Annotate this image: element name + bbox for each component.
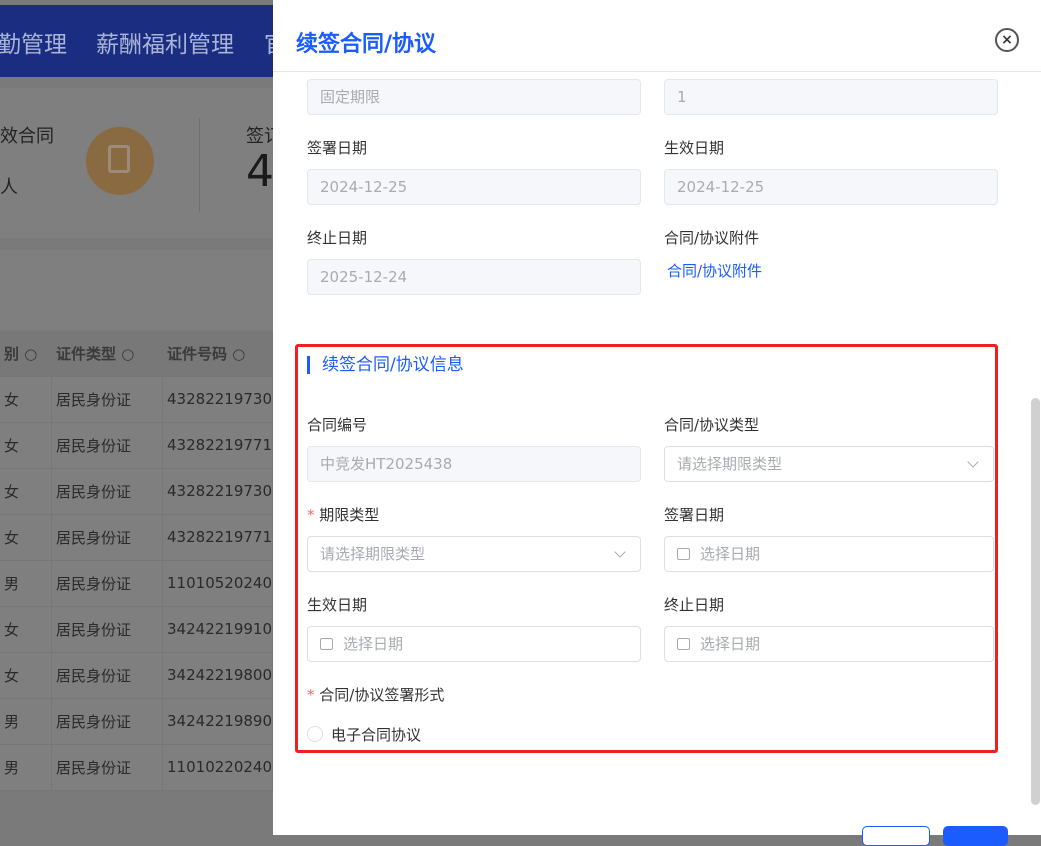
contract-icon bbox=[86, 127, 154, 195]
nav-item[interactable]: 官 bbox=[264, 25, 273, 59]
sign-date-label: 签署日期 bbox=[664, 506, 725, 524]
sign-date-label: 签署日期 bbox=[307, 139, 368, 157]
col-id-type[interactable]: 证件类型 ○ bbox=[51, 332, 164, 377]
divider bbox=[199, 118, 200, 212]
contract-no-field: 中竞发HT2025438 bbox=[307, 446, 641, 482]
table-cell: 女 bbox=[0, 422, 52, 469]
scrollbar[interactable] bbox=[1031, 398, 1040, 805]
end-date-label: 终止日期 bbox=[307, 229, 368, 247]
table-row[interactable]: 女居民身份证 43282219771 bbox=[0, 422, 273, 469]
stat-label: 效合同 bbox=[0, 126, 54, 147]
col-gender[interactable]: 别 ○ bbox=[0, 332, 52, 377]
table-cell: 43282219771 bbox=[162, 422, 273, 469]
table-cell: 居民身份证 bbox=[51, 744, 164, 791]
cancel-button[interactable] bbox=[862, 826, 930, 846]
top-nav: 勤管理 薪酬福利管理 官 bbox=[0, 5, 273, 77]
table-cell: 34242219800 bbox=[162, 652, 273, 699]
table-cell: 43282219771 bbox=[162, 514, 273, 561]
calendar-icon bbox=[677, 638, 690, 650]
contract-type-label: 合同/协议类型 bbox=[664, 416, 760, 434]
table-cell: 11010220240 bbox=[162, 744, 273, 791]
table-cell: 女 bbox=[0, 514, 52, 561]
table-row[interactable]: 男居民身份证 34242219890 bbox=[0, 698, 273, 745]
term-type-label: 期限类型 bbox=[307, 504, 379, 525]
effective-date-picker[interactable]: 选择日期 bbox=[307, 626, 641, 662]
close-icon[interactable]: × bbox=[995, 28, 1019, 52]
nav-item[interactable]: 薪酬福利管理 bbox=[96, 25, 234, 59]
sign-date-field: 2024-12-25 bbox=[307, 169, 641, 205]
renew-contract-drawer: 续签合同/协议 × 固定期限 1 签署日期 生效日期 2024-12-25 20… bbox=[273, 0, 1041, 846]
term-field: 1 bbox=[664, 79, 998, 115]
calendar-icon bbox=[320, 638, 333, 650]
section-title: 续签合同/协议信息 bbox=[307, 356, 464, 374]
table-cell: 居民身份证 bbox=[51, 606, 164, 653]
table-cell: 43282219730 bbox=[162, 468, 273, 515]
nav-item[interactable]: 勤管理 bbox=[0, 25, 67, 59]
table-row[interactable]: 女居民身份证 43282219730 bbox=[0, 468, 273, 515]
table-cell: 男 bbox=[0, 560, 52, 607]
attachment-link[interactable]: 合同/协议附件 bbox=[667, 260, 762, 281]
table-cell: 女 bbox=[0, 652, 52, 699]
table-row[interactable]: 女居民身份证 43282219730 bbox=[0, 376, 273, 423]
table-cell: 34242219910 bbox=[162, 606, 273, 653]
table-row[interactable]: 女居民身份证 34242219910 bbox=[0, 606, 273, 653]
drawer-title: 续签合同/协议 bbox=[296, 32, 437, 57]
filter-area bbox=[0, 250, 273, 330]
e-contract-option-label[interactable]: 电子合同协议 bbox=[331, 724, 421, 745]
contract-no-label: 合同编号 bbox=[307, 416, 368, 434]
table-row[interactable]: 男居民身份证 11010220240 bbox=[0, 744, 273, 791]
table-cell: 女 bbox=[0, 468, 52, 515]
effective-date-label: 生效日期 bbox=[307, 596, 368, 614]
end-date-field: 2025-12-24 bbox=[307, 259, 641, 295]
employee-table: 别 ○ 证件类型 ○ 证件号码 ○ 女居民身份证 43282219730 女居民身份… bbox=[0, 332, 273, 791]
effective-date-label: 生效日期 bbox=[664, 139, 725, 157]
stat-value: 4 bbox=[246, 146, 274, 197]
table-cell: 居民身份证 bbox=[51, 652, 164, 699]
table-cell: 男 bbox=[0, 744, 52, 791]
table-cell: 女 bbox=[0, 606, 52, 653]
table-cell: 居民身份证 bbox=[51, 422, 164, 469]
attachment-label: 合同/协议附件 bbox=[664, 229, 760, 247]
table-cell: 女 bbox=[0, 376, 52, 423]
confirm-button[interactable] bbox=[943, 826, 1008, 846]
table-cell: 居民身份证 bbox=[51, 376, 164, 423]
placeholder: 选择日期 bbox=[343, 635, 404, 653]
table-row[interactable]: 女居民身份证 34242219800 bbox=[0, 652, 273, 699]
table-cell: 居民身份证 bbox=[51, 514, 164, 561]
stat-value: 人 bbox=[0, 177, 18, 198]
term-type-field: 固定期限 bbox=[307, 79, 641, 115]
contract-type-select[interactable]: 请选择期限类型 bbox=[664, 446, 994, 482]
table-row[interactable]: 男居民身份证 11010520240 bbox=[0, 560, 273, 607]
table-row[interactable]: 女居民身份证 43282219771 bbox=[0, 514, 273, 561]
table-cell: 43282219730 bbox=[162, 376, 273, 423]
calendar-icon bbox=[677, 548, 690, 560]
table-cell: 居民身份证 bbox=[51, 468, 164, 515]
sign-date-picker[interactable]: 选择日期 bbox=[664, 536, 994, 572]
table-cell: 居民身份证 bbox=[51, 698, 164, 745]
table-cell: 11010520240 bbox=[162, 560, 273, 607]
term-type-select[interactable]: 请选择期限类型 bbox=[307, 536, 641, 572]
end-date-picker[interactable]: 选择日期 bbox=[664, 626, 994, 662]
placeholder: 选择日期 bbox=[700, 545, 761, 563]
table-cell: 男 bbox=[0, 698, 52, 745]
col-id-number[interactable]: 证件号码 ○ bbox=[162, 332, 273, 377]
placeholder: 选择日期 bbox=[700, 635, 761, 653]
table-cell: 居民身份证 bbox=[51, 560, 164, 607]
effective-date-field: 2024-12-25 bbox=[664, 169, 998, 205]
e-contract-radio[interactable] bbox=[307, 726, 323, 742]
table-cell: 34242219890 bbox=[162, 698, 273, 745]
sign-form-label: 合同/协议签署形式 bbox=[307, 684, 444, 705]
end-date-label: 终止日期 bbox=[664, 596, 725, 614]
